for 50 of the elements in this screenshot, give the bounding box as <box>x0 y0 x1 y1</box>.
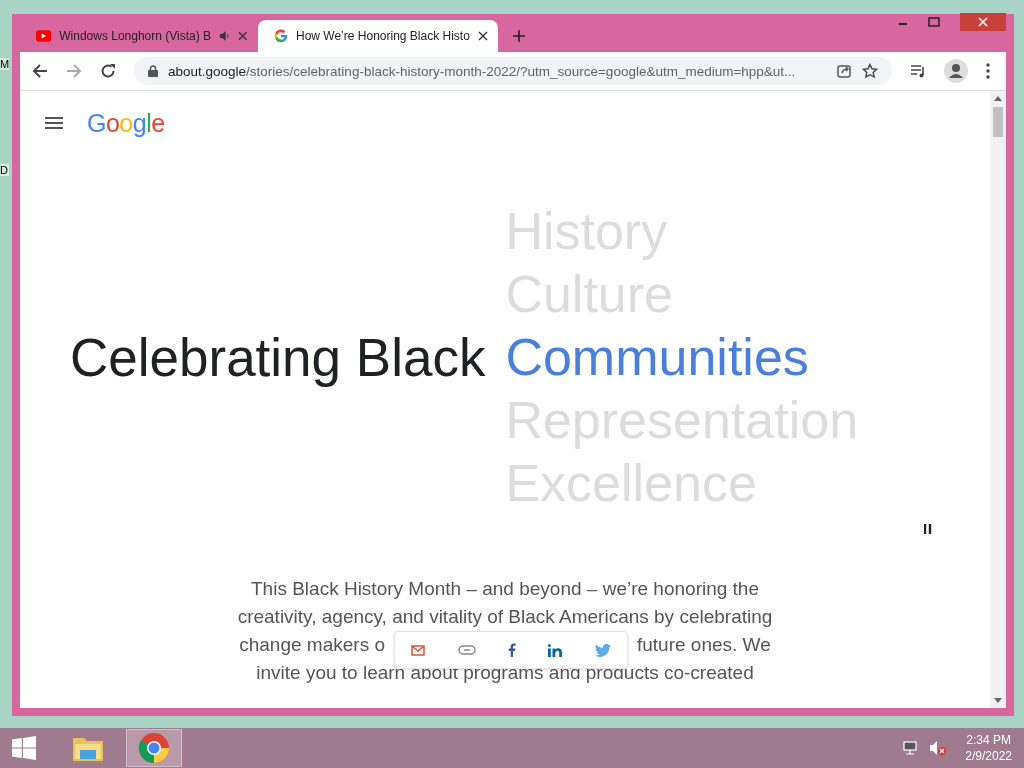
scroll-down-icon[interactable] <box>994 698 1002 703</box>
muted-speaker-icon[interactable] <box>929 740 948 756</box>
scroll-up-icon[interactable] <box>994 96 1002 101</box>
new-tab-icon[interactable] <box>512 29 526 43</box>
clock-date: 2/9/2022 <box>965 748 1012 764</box>
paragraph-text: creativity, agency, and vitality of Black Americans by celebrating <box>237 605 773 629</box>
rotating-word: Communities <box>505 326 810 388</box>
close-icon <box>978 17 988 27</box>
close-icon[interactable] <box>478 31 488 41</box>
windows-logo-icon[interactable] <box>12 736 36 760</box>
share-icon[interactable] <box>836 63 852 79</box>
link-icon[interactable] <box>457 645 476 655</box>
chrome-icon <box>138 732 170 764</box>
clock[interactable]: 2:34 PM 2/9/2022 <box>965 732 1012 764</box>
google-logo[interactable]: Google <box>87 108 165 138</box>
scroll-thumb[interactable] <box>993 107 1003 137</box>
browser-tab[interactable]: How We’re Honoring Black Histo <box>258 20 498 52</box>
browser-tab[interactable]: Windows Longhorn (Vista) B <box>20 20 258 52</box>
maximize-icon[interactable] <box>928 17 940 27</box>
g-logo-icon <box>274 29 288 43</box>
email-icon[interactable] <box>411 644 426 656</box>
video-play-icon <box>36 30 52 42</box>
paragraph-text: This Black History Month – and beyond – we’re honoring the <box>251 577 759 601</box>
network-icon[interactable] <box>903 740 920 756</box>
media-queue-icon[interactable] <box>910 63 926 79</box>
speaker-icon[interactable] <box>219 30 231 42</box>
linkedin-icon[interactable] <box>548 643 563 657</box>
reload-icon[interactable] <box>100 63 116 79</box>
facebook-icon[interactable] <box>507 643 516 657</box>
clock-time: 2:34 PM <box>966 732 1011 748</box>
url-text: about.google/stories/celebrating-black-history-month-2022/?utm_source=google&utm_medium=hpp&ut... <box>168 63 797 79</box>
paragraph-text: invite you to learn about programs and products co-created <box>256 661 754 685</box>
close-window-button[interactable] <box>960 13 1006 31</box>
scrollbar[interactable] <box>990 91 1006 708</box>
pause-icon[interactable] <box>924 524 932 534</box>
lock-icon <box>148 65 158 77</box>
star-icon[interactable] <box>862 63 878 79</box>
tab-title: How We’re Honoring Black Histo <box>296 29 470 43</box>
menu-icon[interactable] <box>986 63 990 79</box>
paragraph-text: future ones. We <box>637 633 771 657</box>
headline: Celebrating Black <box>70 326 486 388</box>
desktop-icon-label: D <box>0 164 10 176</box>
paragraph-text: change makers o <box>239 633 385 657</box>
address-bar[interactable]: about.google/stories/celebrating-black-history-month-2022/?utm_source=google&utm_medium=hpp&ut... <box>134 57 892 85</box>
menu-icon[interactable] <box>45 117 63 129</box>
taskbar-button[interactable] <box>126 729 182 767</box>
profile-icon[interactable] <box>944 59 968 83</box>
desktop-icon-label: M <box>0 58 10 70</box>
tab-title: Windows Longhorn (Vista) B <box>59 29 212 43</box>
back-arrow-icon[interactable] <box>32 63 48 79</box>
